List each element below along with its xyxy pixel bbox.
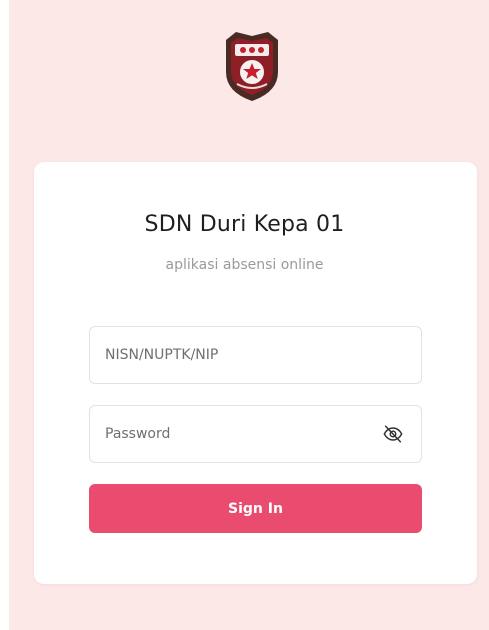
eye-off-icon [383,425,403,443]
password-input[interactable] [89,405,422,463]
nisn-nuptk-nip-input[interactable] [89,326,422,384]
toggle-password-visibility-button[interactable] [380,421,406,447]
school-crest-icon [221,28,283,104]
sign-in-button[interactable]: Sign In [89,484,422,533]
